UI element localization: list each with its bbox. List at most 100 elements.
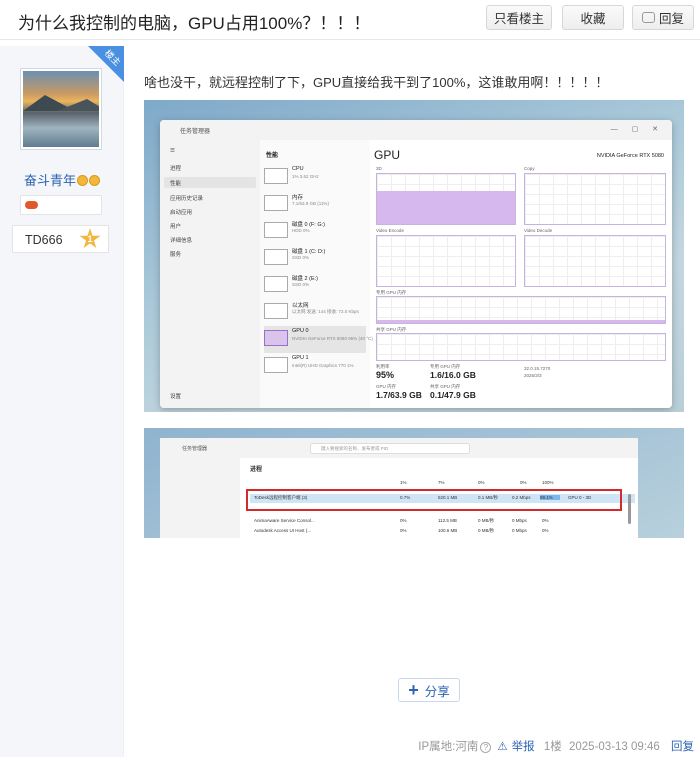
smile-emoji-icon [89, 175, 101, 186]
graph-label-video-encode: Video Encode [376, 228, 404, 233]
col-cpu: 1% [400, 480, 407, 485]
shared-value: 0.1/47.9 GB [430, 390, 476, 400]
process-cpu: 0% [400, 528, 407, 533]
thread-title: 为什么我控制的电脑，GPU占用100%？！！！ [18, 14, 371, 33]
comment-icon [641, 12, 655, 23]
window-controls: — ▢ ✕ [610, 126, 664, 133]
graph-video-decode [524, 235, 666, 287]
warning-icon: ⚠ [497, 741, 508, 753]
resource-sub: SSD 0% [292, 282, 310, 287]
only-op-button[interactable]: 只看楼主 [486, 5, 552, 30]
resource-sub: SSD 0% [292, 255, 310, 260]
section-title: 性能 [266, 153, 279, 159]
resource-name: GPU 0 [292, 328, 309, 334]
level-star-icon: 1 [79, 228, 101, 249]
resource-item: GPU 1 Intel(R) UHD Graphics 770 1% [264, 353, 366, 380]
nav-item: 用户 [170, 224, 182, 230]
graph-video-encode [376, 235, 516, 287]
resource-sub: NVIDIA GeForce RTX 5080 95% (40 °C) [292, 336, 373, 341]
help-icon[interactable]: ? [480, 742, 492, 753]
process-row: Autodesk Access UI Host (... 0% 100.6 MB… [250, 527, 635, 536]
window-titlebar: 任务管理器 [160, 120, 672, 140]
process-header-row: 1% 7% 0% 0% 100% [250, 479, 635, 488]
nav-settings: 设置 [170, 394, 182, 400]
dedicated-value: 1.6/16.0 GB [430, 370, 476, 380]
scrollbar [628, 494, 631, 524]
post-page: 为什么我控制的电脑，GPU占用100%？！！！ 只看楼主 收藏 回复 奋斗青年 … [0, 0, 700, 757]
col-mem: 7% [438, 480, 445, 485]
process-mem: 100.6 MB [438, 528, 458, 533]
resource-name: 内存 [292, 195, 304, 201]
util-value: 95% [376, 370, 395, 380]
level-number: 1 [87, 234, 93, 244]
nav-item-selected: 性能 [164, 177, 256, 188]
task-manager-nav-2 [160, 458, 240, 538]
reply-link[interactable]: 回复 [671, 741, 694, 753]
graph-3d [376, 173, 516, 225]
process-name: AnimaAware Service Consol... [254, 518, 315, 523]
driver-version: 32.0.15.7270 [524, 366, 551, 371]
resource-item: 以太网 以太网 发送: 144 接收: 72.0 Kbps [264, 299, 366, 326]
col-net: 0% [520, 480, 527, 485]
task-manager-nav: ☰ 进程 性能 应用历史记录 启动应用 用户 详细信息 服务 设置 [160, 140, 260, 408]
screenshot-task-manager-processes[interactable]: 任务管理器 键入要搜索的名称、发布者或 PID 进程 1% 7% 0% 0% 1… [144, 428, 684, 538]
avatar-image [23, 71, 99, 147]
author-username[interactable]: 奋斗青年 [24, 170, 101, 189]
resource-name: GPU 1 [292, 355, 309, 361]
process-mem: 112.5 MB [438, 518, 457, 523]
gpu-model: NVIDIA GeForce RTX 5080 [596, 153, 664, 159]
process-disk: 0 MB/秒 [478, 528, 495, 533]
report-link[interactable]: 举报 [512, 741, 535, 753]
resource-sub: 以太网 发送: 144 接收: 72.0 Kbps [292, 309, 359, 314]
nav-item: 进程 [170, 166, 182, 172]
gpu-mem-value: 1.7/63.9 GB [376, 390, 422, 400]
task-manager-window: 任务管理器 — ▢ ✕ ☰ 进程 性能 应用历史记录 启动应用 用户 详细信息 … [160, 120, 672, 408]
resource-item-selected: GPU 0 NVIDIA GeForce RTX 5080 95% (40 °C) [264, 326, 373, 353]
graph-label-copy: Copy [524, 166, 535, 171]
favorite-button[interactable]: 收藏 [562, 5, 624, 30]
process-gpu: 0% [542, 528, 549, 533]
level-badge[interactable]: TD666 1 [12, 225, 109, 253]
process-net: 0 Mbps [512, 518, 527, 523]
process-name: Autodesk Access UI Host (... [254, 528, 312, 533]
graph-label-3d: 3D [376, 166, 382, 171]
level-name: TD666 [25, 233, 63, 247]
ip-location: IP属地:河南 [418, 741, 479, 753]
process-disk: 0 MB/秒 [478, 518, 495, 523]
reply-button-label: 回复 [658, 12, 684, 26]
smile-emoji-icon [77, 175, 89, 186]
author-username-text: 奋斗青年 [24, 173, 77, 188]
screenshot-task-manager-performance[interactable]: 任务管理器 — ▢ ✕ ☰ 进程 性能 应用历史记录 启动应用 用户 详细信息 … [144, 100, 684, 412]
process-search: 键入要搜索的名称、发布者或 PID [310, 443, 470, 454]
graph-label-video-decode: Video Decode [524, 228, 553, 233]
resource-sub: HDD 0% [292, 228, 310, 233]
graph-shared-mem [376, 333, 666, 361]
window-titlebar-2: 任务管理器 键入要搜索的名称、发布者或 PID [160, 438, 638, 458]
resource-item: CPU 1% 3.62 GHz [264, 164, 366, 191]
resource-item: 磁盘 2 (E:) SSD 0% [264, 272, 366, 299]
gamepad-icon [25, 201, 38, 209]
window-title-2: 任务管理器 [182, 446, 208, 452]
col-disk: 0% [478, 480, 485, 485]
share-button[interactable]: + 分享 [398, 678, 460, 702]
resource-item: 内存 7.1/63.9 GB (11%) [264, 191, 366, 218]
post-time: 2025-03-13 09:46 [568, 741, 660, 753]
resource-name: 以太网 [292, 303, 309, 309]
nav-item: 服务 [170, 252, 182, 258]
resource-item: 磁盘 1 (C: D:) SSD 0% [264, 245, 366, 272]
driver-date: 2025/3/3 [524, 373, 542, 378]
gpu-detail-panel: GPU NVIDIA GeForce RTX 5080 3D Copy Vide… [374, 140, 672, 408]
resource-name: CPU [292, 166, 304, 172]
resource-item: 磁盘 0 (F: G:) HDD 0% [264, 218, 366, 245]
col-gpu: 100% [542, 480, 554, 485]
graph-dedicated-mem [376, 296, 666, 324]
process-row: AnimaAware Service Consol... 0% 112.5 MB… [250, 517, 635, 526]
medal-badge[interactable] [20, 195, 102, 215]
resource-name: 磁盘 0 (F: G:) [292, 222, 326, 228]
resource-list: 性能 CPU 1% 3.62 GHz 内存 7.1/63.9 GB (11%) 磁盘… [260, 140, 373, 408]
reply-button[interactable]: 回复 [632, 5, 694, 30]
avatar[interactable] [20, 68, 102, 150]
resource-name: 磁盘 1 (C: D:) [292, 249, 326, 255]
share-label: 分享 [424, 684, 450, 699]
resource-sub: 7.1/63.9 GB (11%) [292, 201, 329, 206]
